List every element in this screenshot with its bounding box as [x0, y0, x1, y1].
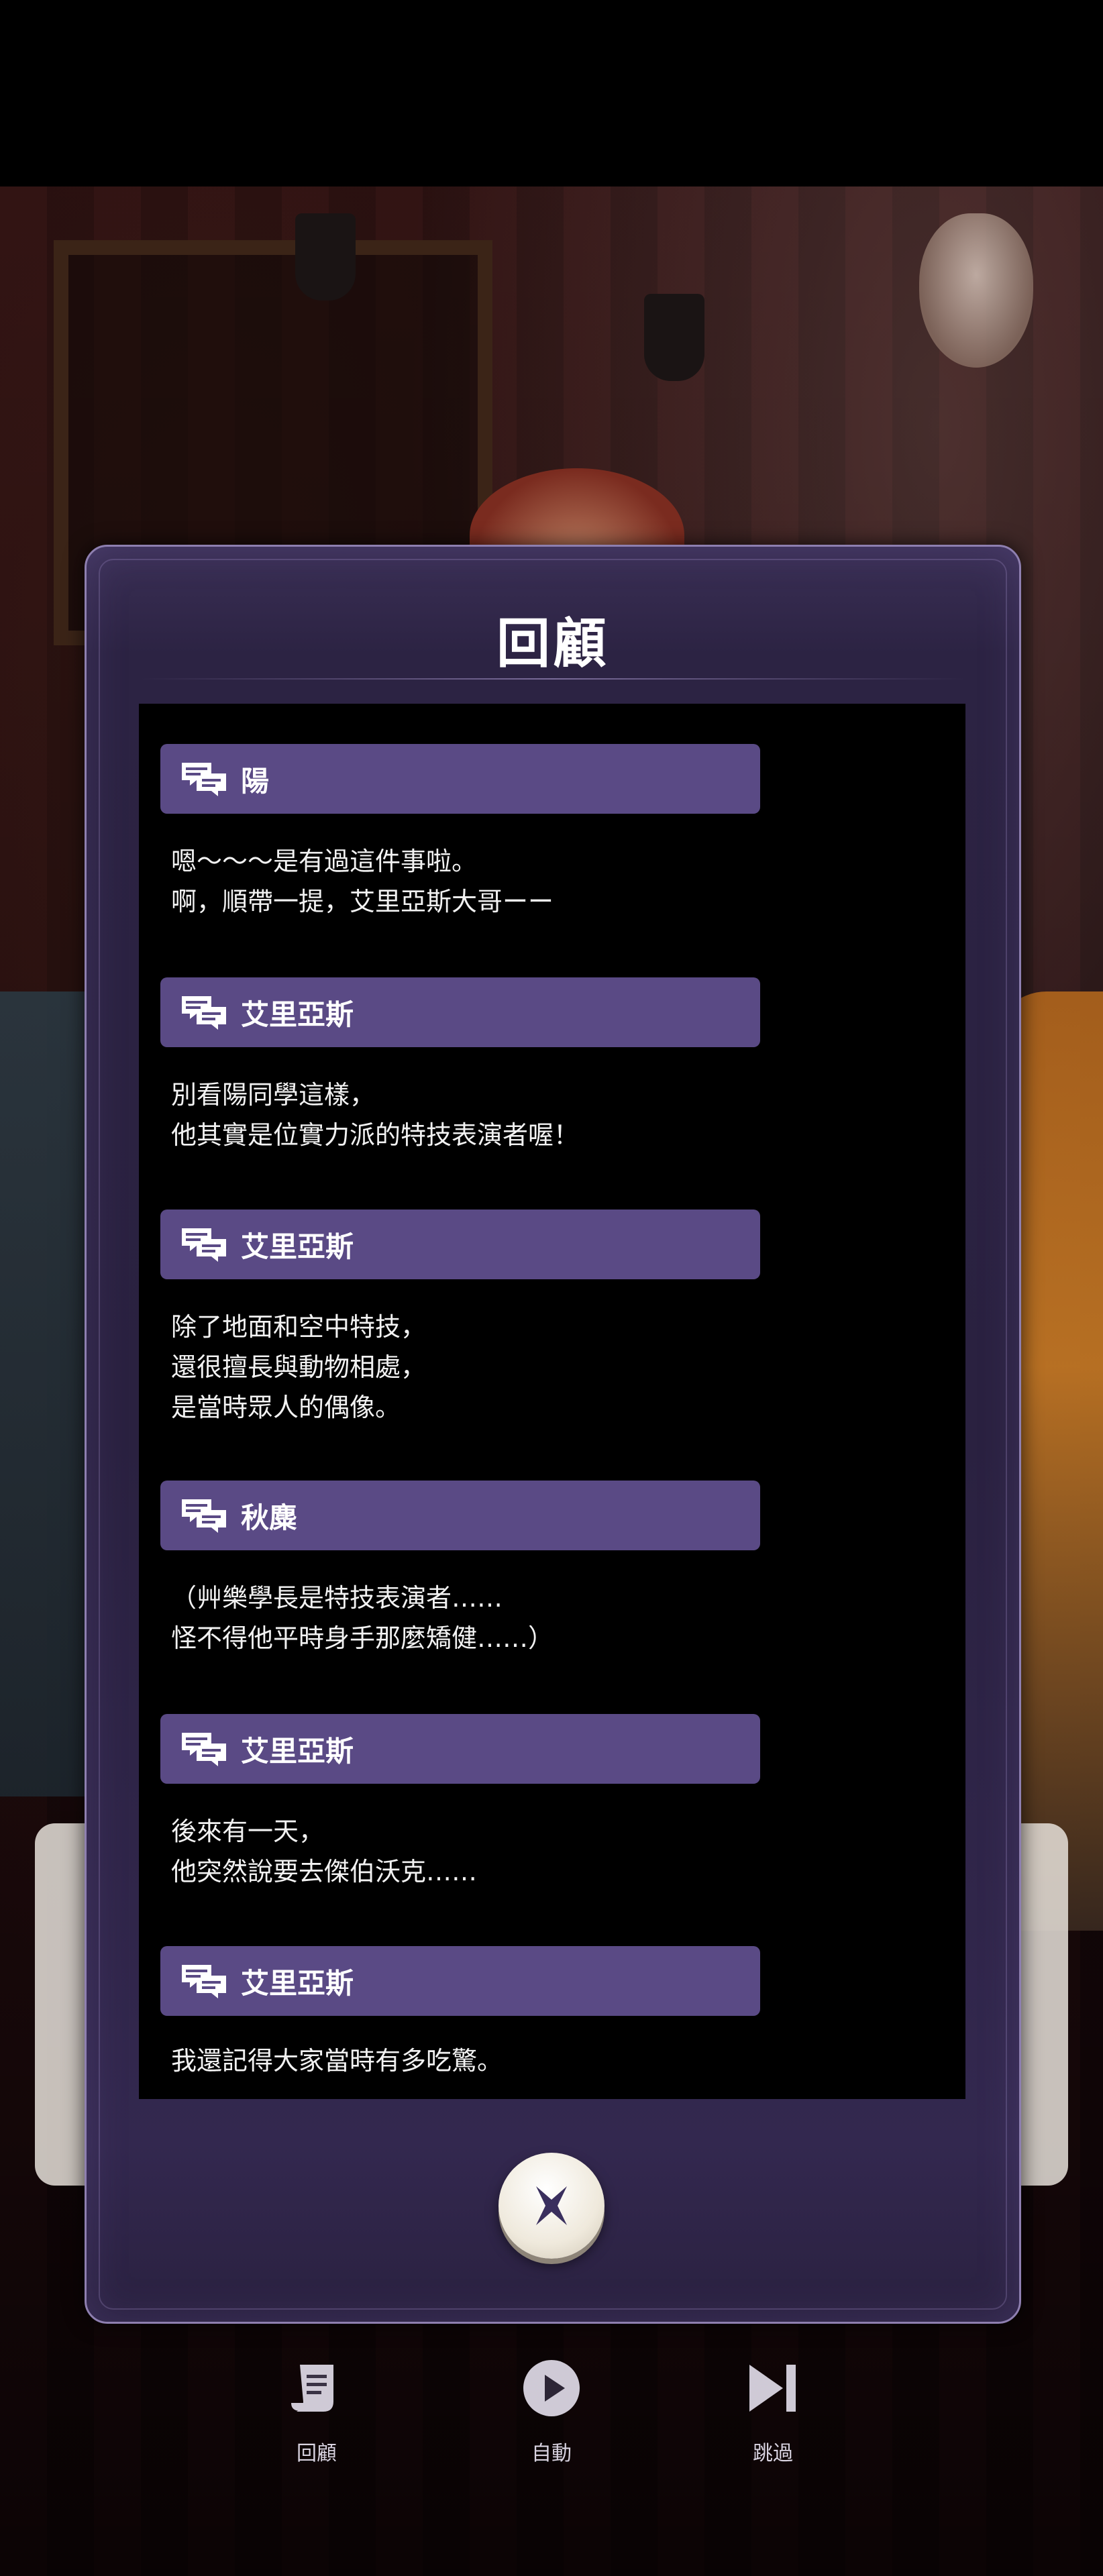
- backlog-button[interactable]: 回顧: [250, 2355, 384, 2466]
- speaker-bar: 秋麋: [160, 1481, 760, 1550]
- speaker-name: 陽: [241, 764, 270, 798]
- background-lamp: [644, 294, 704, 381]
- auto-label: 自動: [531, 2442, 572, 2465]
- skip-icon: [749, 2365, 796, 2412]
- voice-icon[interactable]: [180, 761, 227, 796]
- speaker-bar: 艾里亞斯: [160, 1946, 760, 2016]
- skip-button[interactable]: 跳過: [706, 2355, 840, 2466]
- skip-label: 跳過: [753, 2442, 793, 2465]
- speaker-bar: 艾里亞斯: [160, 977, 760, 1047]
- dialogue-line: 啊，順帶一提，艾里亞斯大哥ーー: [171, 887, 554, 916]
- dialogue-line: 怪不得他平時身手那麼矯健……）: [171, 1623, 554, 1653]
- dialogue-line: 我還記得大家當時有多吃驚。: [171, 2046, 503, 2076]
- play-icon: [523, 2360, 580, 2416]
- dialogue-line: 他突然說要去傑伯沃克……: [171, 1857, 478, 1886]
- voice-icon[interactable]: [180, 995, 227, 1030]
- backlog-label: 回顧: [297, 2442, 337, 2465]
- dialogue-line: 嗯～～～是有過這件事啦。: [171, 847, 478, 876]
- review-modal: 回顧 陽 嗯～～～是有過這件事啦。 啊，順帶一提，艾里亞斯大哥ーー 艾里亞斯 別…: [85, 545, 1021, 2324]
- bottom-menu: 回顧 自動 跳過: [0, 2334, 1103, 2509]
- top-status-band: [0, 0, 1103, 186]
- speaker-name: 艾里亞斯: [241, 1230, 354, 1263]
- close-button[interactable]: [498, 2153, 605, 2259]
- backlog-list[interactable]: 陽 嗯～～～是有過這件事啦。 啊，順帶一提，艾里亞斯大哥ーー 艾里亞斯 別看陽同…: [139, 704, 965, 2099]
- dialogue-line: 後來有一天，: [171, 1817, 325, 1846]
- close-x-icon: [536, 2186, 567, 2225]
- dialogue-line: 他其實是位實力派的特技表演者喔！: [171, 1120, 580, 1150]
- speaker-name: 秋麋: [241, 1501, 298, 1534]
- speaker-bar: 艾里亞斯: [160, 1210, 760, 1279]
- dialogue-line: 別看陽同學這樣，: [171, 1080, 376, 1110]
- background-lamp: [295, 213, 356, 301]
- scroll-icon: [291, 2365, 333, 2412]
- dialogue-line: （艸樂學長是特技表演者……: [171, 1583, 503, 1613]
- voice-icon[interactable]: [180, 1498, 227, 1533]
- voice-icon[interactable]: [180, 1227, 227, 1262]
- speaker-name: 艾里亞斯: [241, 998, 354, 1031]
- speaker-name: 艾里亞斯: [241, 1734, 354, 1768]
- speaker-name: 艾里亞斯: [241, 1966, 354, 2000]
- dialogue-line: 是當時眾人的偶像。: [171, 1393, 401, 1422]
- character-left: [0, 991, 94, 1796]
- title-divider: [140, 678, 965, 680]
- background-mask: [919, 213, 1033, 368]
- speaker-bar: 艾里亞斯: [160, 1714, 760, 1784]
- dialogue-line: 除了地面和空中特技，: [171, 1312, 427, 1342]
- voice-icon[interactable]: [180, 1731, 227, 1766]
- voice-icon[interactable]: [180, 1964, 227, 1998]
- modal-title: 回顧: [496, 612, 609, 675]
- dialogue-line: 還很擅長與動物相處，: [171, 1352, 427, 1382]
- speaker-bar: 陽: [160, 744, 760, 814]
- auto-button[interactable]: 自動: [484, 2355, 619, 2466]
